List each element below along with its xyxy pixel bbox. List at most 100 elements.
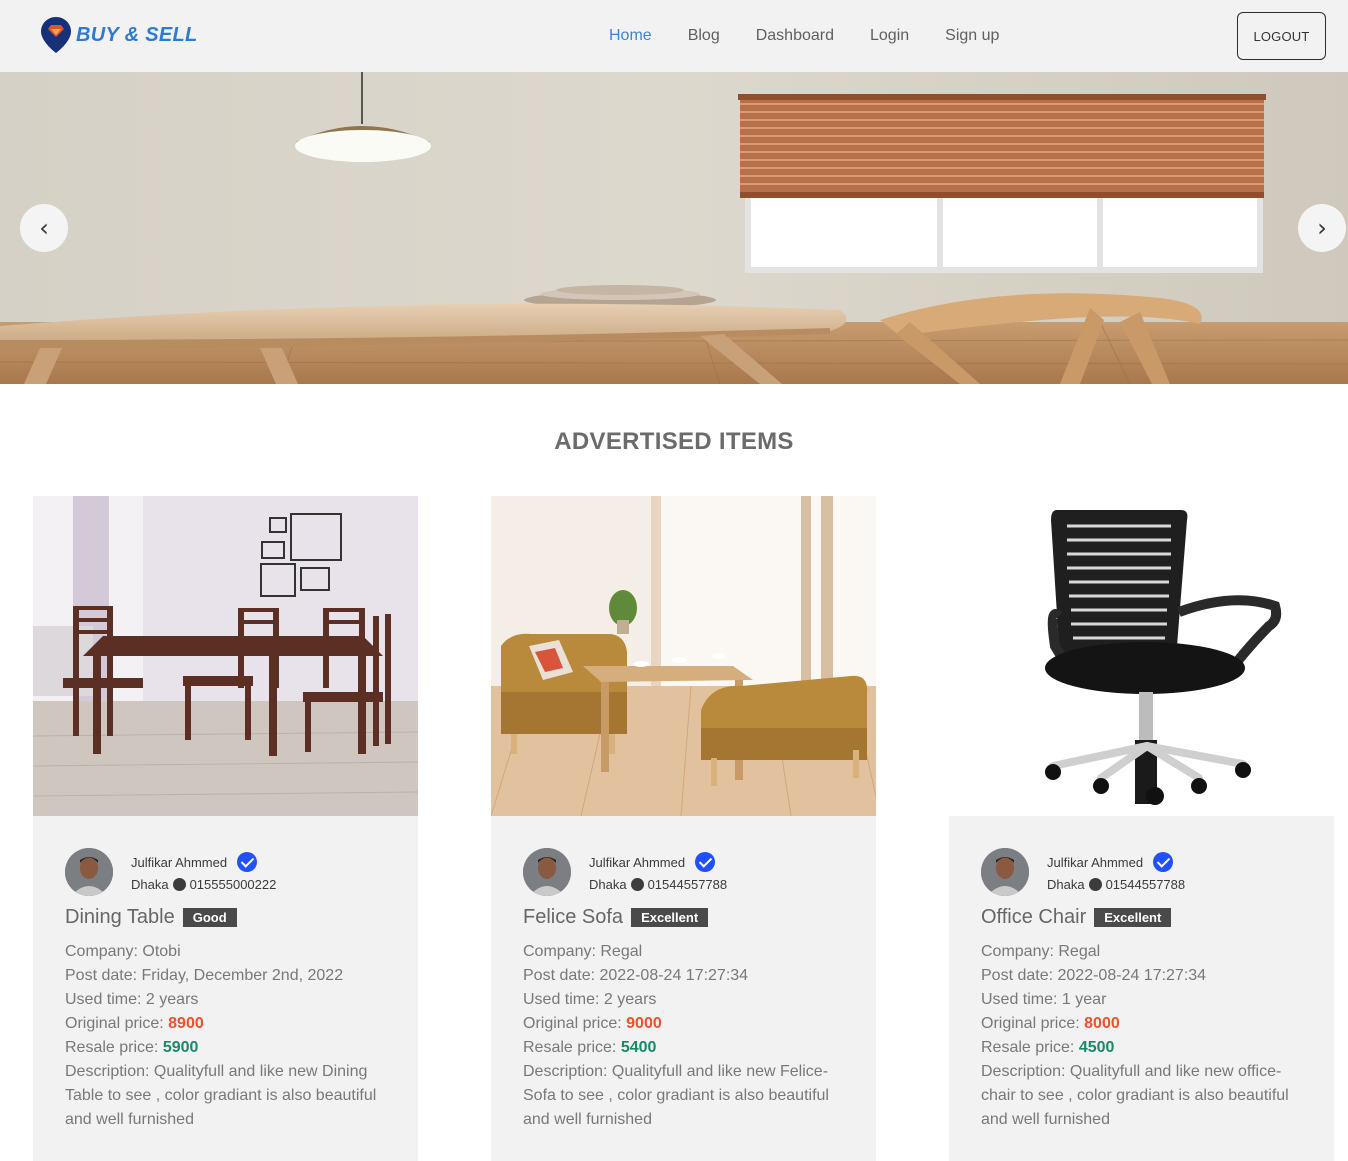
company-line: Company: Regal <box>523 940 849 964</box>
seller-phone: 015555000222 <box>189 877 277 892</box>
verified-check-icon <box>237 852 258 872</box>
description-line: Description: Qualityfull and like new Fe… <box>523 1060 849 1132</box>
item-title: Felice Sofa <box>523 906 624 928</box>
seller-name: Julfikar Ahmmed <box>131 852 258 872</box>
company-value: Regal <box>1058 943 1101 960</box>
original-price-value: 8900 <box>168 1015 204 1032</box>
carousel-next-button[interactable]: › <box>1298 204 1346 252</box>
dot-separator-icon <box>1088 878 1102 891</box>
seller-city: Dhaka <box>1047 877 1085 892</box>
company-label: Company: <box>523 943 601 960</box>
seller-city: Dhaka <box>131 877 169 892</box>
original-price-value: 9000 <box>626 1015 662 1032</box>
seller-name-text: Julfikar Ahmmed <box>131 854 228 870</box>
nav-dashboard[interactable]: Dashboard <box>738 19 852 53</box>
used-time-line: Used time: 2 years <box>523 988 849 1012</box>
original-price-line: Original price: 8900 <box>65 1012 391 1036</box>
resale-price-value: 4500 <box>1078 1039 1115 1056</box>
nav-signup[interactable]: Sign up <box>927 19 1017 53</box>
seller-location: Dhaka 01544557788 <box>1047 877 1185 892</box>
resale-price-label: Resale price: <box>523 1039 621 1056</box>
original-price-line: Original price: 8000 <box>981 1012 1307 1036</box>
company-line: Company: Otobi <box>65 940 391 964</box>
used-time-value: 1 year <box>1061 991 1107 1008</box>
company-value: Regal <box>600 943 643 960</box>
post-date-label: Post date: <box>65 967 142 984</box>
item-card: Julfikar Ahmmed Dhaka 01544557788 Felice… <box>491 496 876 1161</box>
hero-image <box>0 72 1348 384</box>
original-price-label: Original price: <box>981 1015 1085 1032</box>
item-card: Julfikar Ahmmed Dhaka 015555000222 Dinin… <box>33 496 418 1161</box>
seller-name: Julfikar Ahmmed <box>1047 852 1174 872</box>
post-date-line: Post date: 2022-08-24 17:27:34 <box>981 964 1307 988</box>
post-date-line: Post date: 2022-08-24 17:27:34 <box>523 964 849 988</box>
item-card: Julfikar Ahmmed Dhaka 01544557788 Office… <box>949 496 1334 1161</box>
seller-name-text: Julfikar Ahmmed <box>1047 854 1144 870</box>
description-line: Description: Qualityfull and like new of… <box>981 1060 1307 1132</box>
company-line: Company: Regal <box>981 940 1307 964</box>
brand-logo[interactable]: BUY & SELL <box>40 16 198 54</box>
nav-menu: Home Blog Dashboard Login Sign up <box>591 0 1017 72</box>
resale-price-label: Resale price: <box>65 1039 163 1056</box>
original-price-value: 8000 <box>1084 1015 1120 1032</box>
company-value: Otobi <box>142 943 181 960</box>
seller-location: Dhaka 01544557788 <box>589 877 727 892</box>
description-label: Description: <box>523 1063 612 1080</box>
company-label: Company: <box>65 943 143 960</box>
post-date-value: 2022-08-24 17:27:34 <box>1057 967 1207 984</box>
seller-phone: 01544557788 <box>647 877 728 892</box>
seller-avatar[interactable] <box>523 848 571 896</box>
company-label: Company: <box>981 943 1059 960</box>
seller-city: Dhaka <box>589 877 627 892</box>
item-title-row: Office Chair Excellent <box>981 906 1172 929</box>
used-time-label: Used time: <box>523 991 604 1008</box>
original-price-label: Original price: <box>65 1015 169 1032</box>
logout-button[interactable]: LOGOUT <box>1237 12 1326 60</box>
nav-login[interactable]: Login <box>852 19 927 53</box>
item-title: Office Chair <box>981 906 1087 928</box>
used-time-label: Used time: <box>981 991 1062 1008</box>
resale-price-line: Resale price: 5400 <box>523 1036 849 1060</box>
post-date-label: Post date: <box>523 967 600 984</box>
dot-separator-icon <box>630 878 644 891</box>
resale-price-value: 5900 <box>162 1039 199 1056</box>
seller-avatar[interactable] <box>981 848 1029 896</box>
section-title: ADVERTISED ITEMS <box>554 428 794 455</box>
item-image <box>491 496 876 816</box>
seller-avatar[interactable] <box>65 848 113 896</box>
post-date-value: 2022-08-24 17:27:34 <box>599 967 749 984</box>
location-pin-icon <box>41 17 71 53</box>
description-label: Description: <box>65 1063 154 1080</box>
seller-location: Dhaka 015555000222 <box>131 877 276 892</box>
seller-name-text: Julfikar Ahmmed <box>589 854 686 870</box>
verified-check-icon <box>695 852 716 872</box>
resale-price-value: 5400 <box>620 1039 657 1056</box>
item-title-row: Felice Sofa Excellent <box>523 906 709 929</box>
resale-price-line: Resale price: 4500 <box>981 1036 1307 1060</box>
resale-price-line: Resale price: 5900 <box>65 1036 391 1060</box>
item-title: Dining Table <box>65 906 175 928</box>
dot-separator-icon <box>172 878 186 891</box>
nav-blog[interactable]: Blog <box>670 19 738 53</box>
resale-price-label: Resale price: <box>981 1039 1079 1056</box>
used-time-line: Used time: 1 year <box>981 988 1307 1012</box>
description-line: Description: Qualityfull and like new Di… <box>65 1060 391 1132</box>
item-title-row: Dining Table Good <box>65 906 237 929</box>
used-time-line: Used time: 2 years <box>65 988 391 1012</box>
description-label: Description: <box>981 1063 1070 1080</box>
post-date-value: Friday, December 2nd, 2022 <box>141 967 344 984</box>
item-image <box>949 496 1334 816</box>
brand-name: BUY & SELL <box>76 23 198 46</box>
original-price-label: Original price: <box>523 1015 627 1032</box>
condition-badge: Good <box>182 908 237 927</box>
navbar: BUY & SELL Home Blog Dashboard Login Sig… <box>0 0 1348 72</box>
used-time-label: Used time: <box>65 991 146 1008</box>
item-details: Company: Regal Post date: 2022-08-24 17:… <box>981 940 1307 1132</box>
seller-phone: 01544557788 <box>1105 877 1186 892</box>
nav-home[interactable]: Home <box>591 19 670 53</box>
item-details: Company: Otobi Post date: Friday, Decemb… <box>65 940 391 1132</box>
carousel-prev-button[interactable]: ‹ <box>20 204 68 252</box>
condition-badge: Excellent <box>631 908 709 927</box>
seller-name: Julfikar Ahmmed <box>589 852 716 872</box>
post-date-line: Post date: Friday, December 2nd, 2022 <box>65 964 391 988</box>
